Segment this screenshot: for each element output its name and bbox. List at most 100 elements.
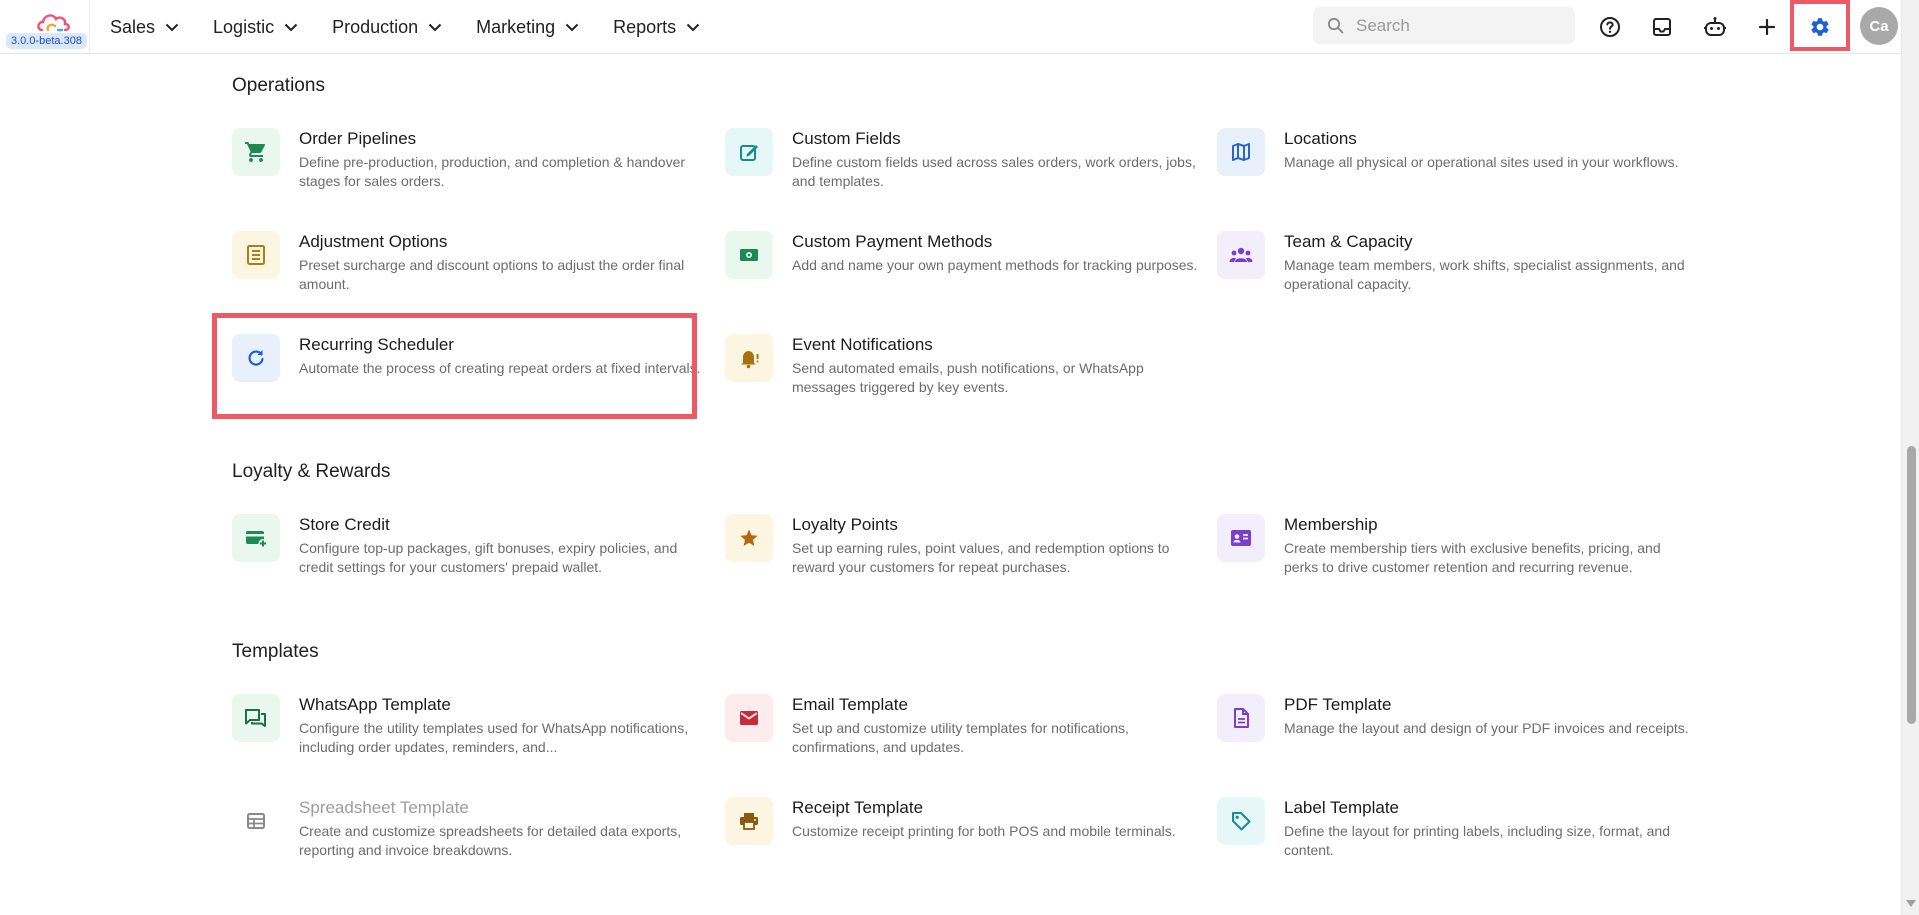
nav-marketing-label: Marketing: [476, 16, 556, 37]
main-nav: Sales Logistic Production Marketing Repo…: [110, 0, 734, 54]
inbox-button[interactable]: [1644, 9, 1680, 45]
search-input[interactable]: [1356, 15, 1556, 36]
card-title: Membership: [1284, 515, 1378, 534]
assistant-bot-button[interactable]: [1697, 9, 1733, 45]
search-icon: [1327, 17, 1344, 34]
card-title: Store Credit: [299, 515, 390, 534]
setting-card-loyalty-points[interactable]: Loyalty Points Set up earning rules, poi…: [725, 514, 1185, 594]
card-title: Spreadsheet Template: [299, 798, 469, 817]
card-description: Define pre-production, production, and c…: [299, 154, 686, 189]
setting-card-spreadsheet-template[interactable]: Spreadsheet Template Create and customiz…: [232, 797, 692, 877]
mail-icon: [725, 694, 773, 742]
card-title: Receipt Template: [792, 798, 924, 817]
card-description: Create membership tiers with exclusive b…: [1284, 540, 1661, 575]
setting-card-event-notifications[interactable]: Event Notifications Send automated email…: [725, 334, 1185, 414]
cart-icon: [232, 128, 280, 176]
card-description: Add and name your own payment methods fo…: [792, 257, 1198, 273]
plus-icon: [1758, 18, 1776, 36]
nav-logistic[interactable]: Logistic: [213, 17, 298, 38]
card-description: Manage the layout and design of your PDF…: [1284, 720, 1689, 736]
nav-reports[interactable]: Reports: [613, 17, 700, 38]
settings-button[interactable]: [1802, 9, 1838, 45]
card-title: Event Notifications: [792, 335, 933, 354]
setting-card-pdf-template[interactable]: PDF Template Manage the layout and desig…: [1217, 694, 1689, 774]
id-card-icon: [1217, 514, 1265, 562]
setting-card-adjustment-options[interactable]: Adjustment Options Preset surcharge and …: [232, 231, 692, 311]
list-icon: [232, 231, 280, 279]
nav-production-label: Production: [332, 16, 419, 37]
setting-card-custom-payment-methods[interactable]: Custom Payment Methods Add and name your…: [725, 231, 1197, 311]
bell-icon: [725, 334, 773, 382]
inbox-icon: [1653, 18, 1671, 36]
card-title: WhatsApp Template: [299, 695, 451, 714]
add-button[interactable]: [1749, 9, 1785, 45]
card-description: Manage all physical or operational sites…: [1284, 154, 1679, 170]
section-title-templates: Templates: [232, 641, 319, 662]
user-avatar[interactable]: Ca: [1860, 7, 1898, 45]
chevron-down-icon: [428, 23, 442, 32]
chevron-down-icon: [686, 23, 700, 32]
nav-sales[interactable]: Sales: [110, 17, 179, 38]
chat-icon: [232, 694, 280, 742]
scrollbar[interactable]: [1901, 0, 1919, 915]
robot-icon: [1704, 17, 1726, 36]
help-icon: [1600, 17, 1620, 37]
map-icon: [1217, 128, 1265, 176]
card-title: Adjustment Options: [299, 232, 448, 251]
setting-card-order-pipelines[interactable]: Order Pipelines Define pre-production, p…: [232, 128, 692, 208]
team-icon: [1217, 231, 1265, 279]
card-title: PDF Template: [1284, 695, 1392, 714]
document-icon: [1217, 694, 1265, 742]
card-description: Configure the utility templates used for…: [299, 720, 689, 755]
card-description: Customize receipt printing for both POS …: [792, 823, 1176, 839]
search-box[interactable]: [1313, 7, 1575, 44]
card-title: Loyalty Points: [792, 515, 898, 534]
gear-icon: [1811, 18, 1829, 36]
card-description: Define the layout for printing labels, i…: [1284, 823, 1670, 858]
tag-icon: [1217, 797, 1265, 845]
card-description: Preset surcharge and discount options to…: [299, 257, 685, 292]
cloud-logo-icon: [37, 14, 70, 32]
card-add-icon: [232, 514, 280, 562]
section-title-operations: Operations: [232, 75, 325, 96]
card-description: Send automated emails, push notification…: [792, 360, 1144, 395]
card-description: Set up and customize utility templates f…: [792, 720, 1129, 755]
card-title: Email Template: [792, 695, 908, 714]
card-title: Label Template: [1284, 798, 1399, 817]
nav-marketing[interactable]: Marketing: [476, 17, 579, 38]
setting-card-email-template[interactable]: Email Template Set up and customize util…: [725, 694, 1185, 774]
card-title: Locations: [1284, 129, 1357, 148]
card-description: Create and customize spreadsheets for de…: [299, 823, 682, 858]
help-button[interactable]: [1592, 9, 1628, 45]
card-title: Order Pipelines: [299, 129, 417, 148]
setting-card-team-capacity[interactable]: Team & Capacity Manage team members, wor…: [1217, 231, 1685, 311]
setting-card-store-credit[interactable]: Store Credit Configure top-up packages, …: [232, 514, 692, 594]
chevron-down-icon: [565, 23, 579, 32]
nav-production[interactable]: Production: [332, 17, 442, 38]
setting-card-locations[interactable]: Locations Manage all physical or operati…: [1217, 128, 1679, 208]
section-title-loyalty: Loyalty & Rewards: [232, 461, 391, 482]
app-logo[interactable]: 3.0.0-beta.308: [0, 0, 90, 54]
card-title: Custom Payment Methods: [792, 232, 993, 251]
chevron-down-icon: [165, 23, 179, 32]
printer-icon: [725, 797, 773, 845]
setting-card-membership[interactable]: Membership Create membership tiers with …: [1217, 514, 1677, 594]
setting-card-receipt-template[interactable]: Receipt Template Customize receipt print…: [725, 797, 1185, 877]
setting-card-label-template[interactable]: Label Template Define the layout for pri…: [1217, 797, 1677, 877]
version-badge: 3.0.0-beta.308: [6, 33, 87, 49]
card-description: Set up earning rules, point values, and …: [792, 540, 1170, 575]
scroll-down-arrow[interactable]: [1906, 900, 1916, 907]
star-icon: [725, 514, 773, 562]
card-description: Manage team members, work shifts, specia…: [1284, 257, 1685, 292]
nav-sales-label: Sales: [110, 16, 156, 37]
setting-card-custom-fields[interactable]: Custom Fields Define custom fields used …: [725, 128, 1196, 208]
chevron-down-icon: [284, 23, 298, 32]
nav-reports-label: Reports: [613, 16, 677, 37]
card-title: Team & Capacity: [1284, 232, 1413, 251]
scrollbar-thumb[interactable]: [1907, 446, 1916, 724]
card-title: Custom Fields: [792, 129, 901, 148]
setting-card-whatsapp-template[interactable]: WhatsApp Template Configure the utility …: [232, 694, 692, 774]
recurring-scheduler-highlight: [212, 313, 697, 419]
table-icon: [232, 797, 280, 845]
cash-icon: [725, 231, 773, 279]
